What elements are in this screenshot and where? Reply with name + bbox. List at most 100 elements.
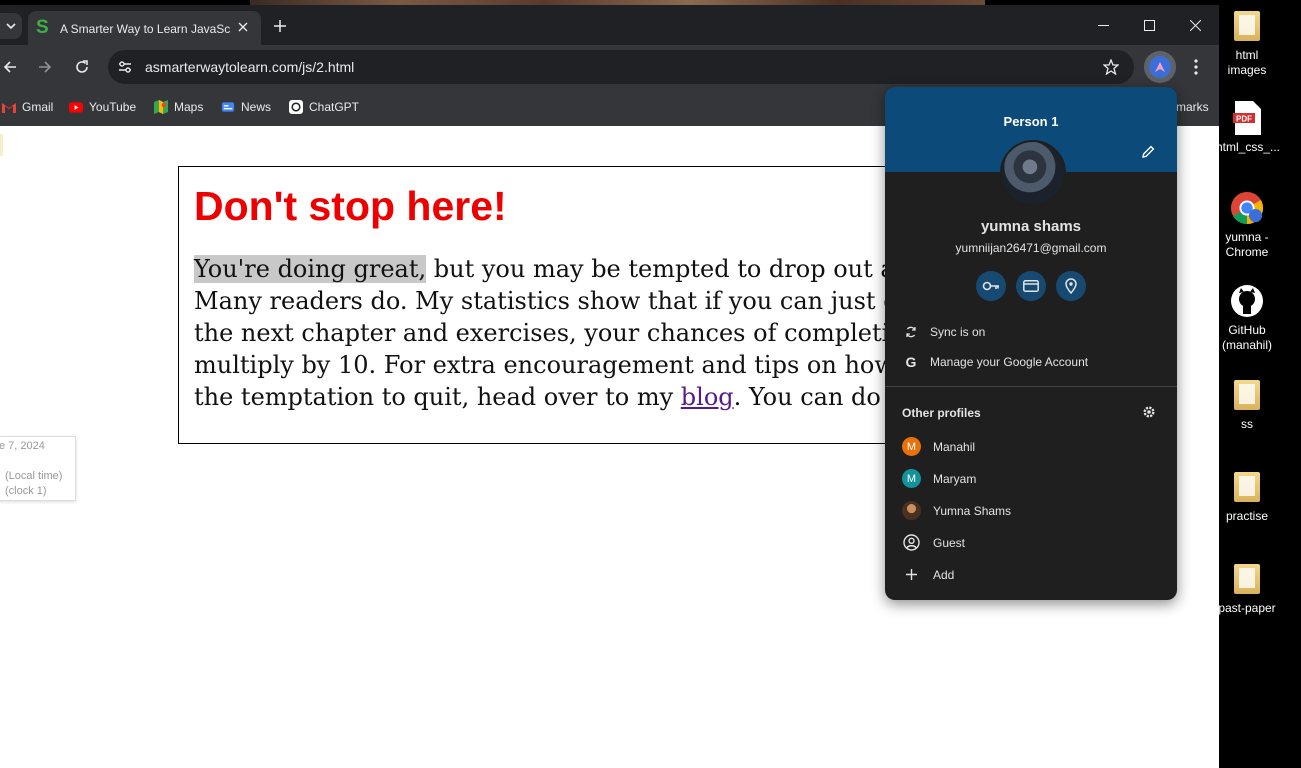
- clock-widget: e 7, 2024 (Local time) (clock 1): [0, 436, 76, 501]
- page-heading: Don't stop here!: [194, 183, 507, 229]
- left-edge-marker: [0, 134, 3, 156]
- profile-avatar: [1000, 140, 1066, 206]
- google-g-icon: G: [905, 354, 917, 370]
- github-icon: [1230, 283, 1264, 319]
- addresses-button[interactable]: [1056, 271, 1086, 301]
- lesson-box: Don't stop here! You're doing great, but…: [178, 166, 1035, 444]
- profile-avatar-icon: [1149, 56, 1171, 78]
- minimize-icon: [1097, 24, 1109, 26]
- bookmark-star-button[interactable]: [1102, 58, 1120, 76]
- profile-item-manahil[interactable]: M Manahil: [885, 432, 1177, 462]
- gear-icon: [1143, 406, 1155, 418]
- clock-label: (clock 1): [5, 485, 47, 497]
- site-info-button[interactable]: [116, 58, 134, 76]
- profile-item-maryam[interactable]: M Maryam: [885, 464, 1177, 494]
- folder-icon: [1230, 377, 1264, 413]
- profile-email: yumniijan26471@gmail.com: [955, 241, 1107, 255]
- edit-profile-button[interactable]: [1139, 143, 1157, 161]
- folder-icon: [1230, 8, 1264, 44]
- reload-button[interactable]: [68, 53, 96, 81]
- payment-methods-button[interactable]: [1016, 271, 1046, 301]
- add-profile-item[interactable]: Add: [885, 560, 1177, 590]
- url-text: asmarterwaytolearn.com/js/2.html: [145, 59, 355, 75]
- minimize-button[interactable]: [1080, 11, 1126, 39]
- desktop-icon-label: html images: [1227, 48, 1267, 77]
- maximize-icon: [1143, 19, 1155, 31]
- bookmark-news[interactable]: News: [221, 98, 271, 116]
- plus-icon: [274, 20, 286, 32]
- forward-button[interactable]: [31, 53, 59, 81]
- maximize-button[interactable]: [1126, 11, 1172, 39]
- star-icon: [1103, 59, 1119, 75]
- tab-close-button[interactable]: [234, 18, 252, 36]
- paragraph-line: the temptation to quit, head over to my …: [194, 383, 944, 411]
- paragraph-line: Many readers do. My statistics show that…: [194, 287, 1028, 315]
- desktop-icon-github[interactable]: GitHub (manahil): [1216, 283, 1278, 353]
- sync-icon: [902, 323, 920, 341]
- manage-profiles-button[interactable]: [1141, 404, 1157, 420]
- tab-strip: S A Smarter Way to Learn JavaScript: [0, 5, 1219, 45]
- gmail-icon: [2, 100, 16, 114]
- clock-date: e 7, 2024: [0, 440, 45, 452]
- desktop-icon-label: past-paper: [1218, 601, 1276, 615]
- guest-profile-item[interactable]: Guest: [885, 528, 1177, 558]
- site-favicon-icon: S: [36, 17, 49, 38]
- chrome-icon: [1230, 190, 1264, 226]
- desktop-icon-yumna-chrome[interactable]: yumna - Chrome: [1216, 190, 1278, 260]
- news-icon: [221, 100, 235, 114]
- passwords-button[interactable]: [976, 271, 1006, 301]
- other-profiles-heading: Other profiles: [902, 406, 981, 420]
- profile-initial-avatar: M: [902, 437, 921, 456]
- tab-active[interactable]: S A Smarter Way to Learn JavaScript: [28, 11, 261, 45]
- profile-item-yumna-shams[interactable]: Yumna Shams: [885, 496, 1177, 526]
- paragraph-line: multiply by 10. For extra encouragement …: [194, 351, 1002, 379]
- selected-text: You're doing great,: [194, 255, 427, 283]
- close-icon: [1189, 19, 1201, 31]
- desktop-icon-label: practise: [1225, 509, 1269, 523]
- bookmarks-overflow[interactable]: marks: [1176, 100, 1209, 114]
- profile-photo-avatar: [902, 501, 921, 520]
- desktop-icon-html-images[interactable]: html images: [1216, 8, 1278, 78]
- bookmark-maps[interactable]: Maps: [154, 98, 203, 116]
- tab-title: A Smarter Way to Learn JavaScript: [60, 22, 230, 36]
- sync-status-item[interactable]: Sync is on: [885, 317, 1177, 347]
- blog-link[interactable]: blog: [681, 383, 734, 411]
- profile-button[interactable]: [1144, 51, 1176, 83]
- more-vert-icon: [1194, 59, 1198, 75]
- pencil-icon: [1142, 145, 1155, 158]
- bookmark-chatgpt[interactable]: ChatGPT: [289, 98, 359, 116]
- desktop-icon-past-paper[interactable]: past-paper: [1216, 561, 1278, 616]
- desktop-icon-practise[interactable]: practise: [1216, 469, 1278, 524]
- paragraph-line: the next chapter and exercises, your cha…: [194, 319, 1034, 347]
- back-button[interactable]: [0, 53, 24, 81]
- desktop-icon-html-css-pdf[interactable]: PDF html_css_...: [1216, 100, 1281, 155]
- bookmark-youtube[interactable]: YouTube: [69, 98, 136, 116]
- desktop-icon-ss[interactable]: ss: [1216, 377, 1278, 432]
- credit-card-icon: [1023, 280, 1039, 292]
- youtube-icon: [69, 100, 83, 114]
- plus-icon: [902, 565, 921, 584]
- close-window-button[interactable]: [1172, 11, 1218, 39]
- tab-search-button[interactable]: [0, 13, 22, 39]
- menu-divider: [885, 386, 1177, 387]
- bookmark-gmail[interactable]: Gmail: [2, 98, 53, 116]
- guest-icon: [902, 533, 921, 552]
- arrow-left-icon: [3, 61, 16, 73]
- desktop-icon-label: yumna - Chrome: [1225, 230, 1269, 259]
- profile-initial-avatar: M: [902, 469, 921, 488]
- paragraph-line: You're doing great, but you may be tempt…: [194, 255, 1035, 283]
- profile-name: yumna shams: [980, 218, 1082, 235]
- folder-icon: [1230, 469, 1264, 505]
- reload-icon: [76, 60, 88, 73]
- arrow-right-icon: [39, 61, 52, 73]
- address-bar[interactable]: asmarterwaytolearn.com/js/2.html: [108, 50, 1134, 84]
- new-tab-button[interactable]: [268, 14, 292, 38]
- manage-google-account-item[interactable]: G Manage your Google Account: [885, 347, 1177, 377]
- lesson-paragraph: You're doing great, but you may be tempt…: [194, 253, 1035, 413]
- svg-text:PDF: PDF: [1236, 115, 1252, 124]
- chevron-down-icon: [6, 23, 16, 30]
- key-icon: [982, 281, 999, 291]
- browser-menu-button[interactable]: [1186, 53, 1206, 81]
- desktop-icon-label: GitHub (manahil): [1221, 323, 1272, 352]
- desktop-icon-label: html_css_...: [1216, 140, 1281, 154]
